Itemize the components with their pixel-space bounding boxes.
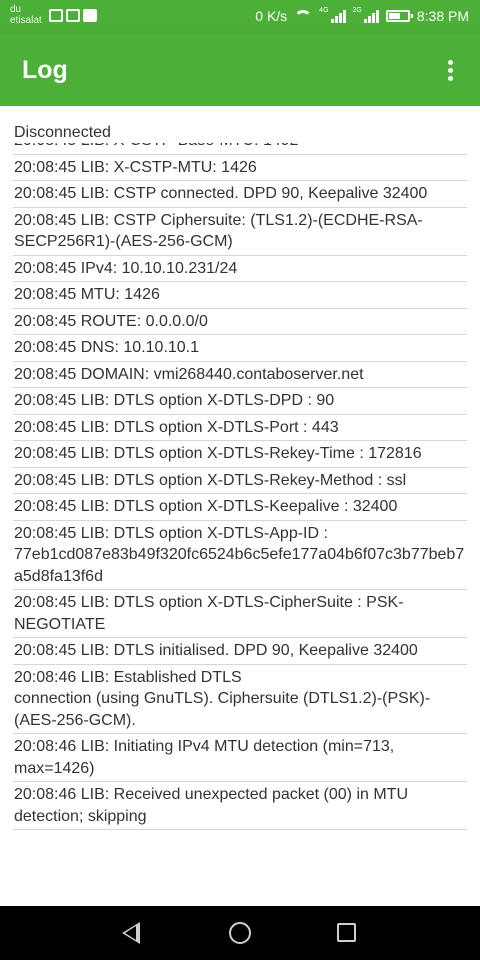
image-icon	[49, 9, 63, 22]
log-entry: 20:08:46 LIB: Established DTLS connectio…	[13, 665, 467, 734]
log-entry: 20:08:46 LIB: Received unexpected packet…	[13, 782, 467, 830]
carrier-names: du etisalat	[10, 4, 42, 26]
log-entry: 20:08:45 ROUTE: 0.0.0.0/0	[13, 309, 467, 335]
log-entry: 20:08:45 LIB: DTLS option X-DTLS-Port : …	[13, 415, 467, 441]
recents-icon[interactable]	[337, 923, 356, 942]
log-entry: 20:08:45 LIB: CSTP connected. DPD 90, Ke…	[13, 181, 467, 208]
overflow-menu-icon[interactable]	[440, 54, 460, 86]
log-scroll-area[interactable]: 20:08:45 LIB: X-CSTP-Base-MTU: 149220:08…	[13, 143, 467, 891]
log-entry: 20:08:45 DOMAIN: vmi268440.contaboserver…	[13, 362, 467, 388]
log-entry: 20:08:45 LIB: DTLS option X-DTLS-Rekey-T…	[13, 441, 467, 468]
battery-level	[388, 13, 400, 19]
log-list: 20:08:45 LIB: X-CSTP-Base-MTU: 149220:08…	[13, 143, 467, 830]
status-bar: du etisalat 0 K/s 4G 2G 8:38 PM	[0, 0, 480, 34]
log-entry: 20:08:45 LIB: DTLS option X-DTLS-App-ID …	[13, 521, 467, 590]
connection-status: Disconnected	[14, 124, 111, 141]
network-type-2: 2G	[352, 7, 362, 14]
app-bar: Log	[0, 34, 480, 106]
gallery-icon	[83, 9, 97, 22]
log-entry: 20:08:45 IPv4: 10.10.10.231/24	[13, 256, 467, 282]
log-entry: 20:08:45 LIB: X-CSTP-MTU: 1426	[13, 155, 467, 181]
carrier-primary: du	[10, 4, 22, 15]
network-speed: 0 K/s	[255, 8, 288, 24]
signal-icon	[330, 9, 346, 23]
log-entry: 20:08:45 DNS: 10.10.10.1	[13, 335, 467, 362]
network-type-1: 4G	[319, 7, 329, 14]
status-indicators: 0 K/s 4G 2G 8:38 PM	[255, 7, 469, 25]
log-entry: 20:08:45 LIB: DTLS option X-DTLS-Keepali…	[13, 494, 467, 521]
battery-icon	[385, 10, 413, 22]
home-icon[interactable]	[229, 922, 251, 944]
log-entry: 20:08:45 LIB: DTLS option X-DTLS-Rekey-M…	[13, 468, 467, 494]
log-entry: 20:08:45 LIB: CSTP Ciphersuite: (TLS1.2)…	[13, 208, 467, 256]
log-entry: 20:08:45 LIB: DTLS option X-DTLS-CipherS…	[13, 590, 467, 638]
log-entry: 20:08:45 LIB: X-CSTP-Base-MTU: 1492	[13, 143, 467, 155]
carrier-secondary: etisalat	[10, 15, 42, 26]
log-content: Disconnected 20:08:45 LIB: X-CSTP-Base-M…	[0, 106, 480, 894]
log-entry: 20:08:46 LIB: Initiating IPv4 MTU detect…	[13, 734, 467, 782]
log-entry: 20:08:45 MTU: 1426	[13, 282, 467, 309]
clock: 8:38 PM	[416, 8, 469, 24]
notification-icons	[49, 9, 97, 22]
back-icon[interactable]	[122, 922, 140, 944]
navigation-bar	[0, 906, 480, 960]
wifi-icon	[294, 10, 313, 22]
message-icon	[66, 9, 80, 22]
log-entry: 20:08:45 LIB: DTLS option X-DTLS-DPD : 9…	[13, 388, 467, 415]
page-title: Log	[22, 56, 68, 84]
signal-icon	[363, 9, 379, 23]
log-entry: 20:08:45 LIB: DTLS initialised. DPD 90, …	[13, 638, 467, 665]
